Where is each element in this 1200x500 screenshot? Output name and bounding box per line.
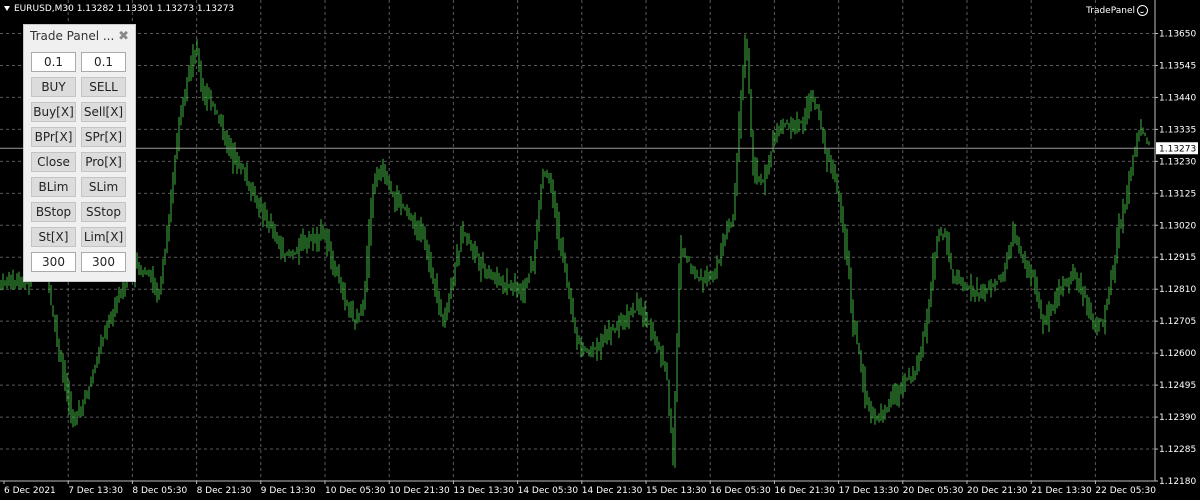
sell-distance-input[interactable]: 300 xyxy=(81,252,126,272)
price-axis-label: 1.13230 xyxy=(1159,157,1196,167)
price-axis-label: 1.12705 xyxy=(1159,317,1196,327)
price-axis-label: 1.12180 xyxy=(1159,477,1196,487)
time-axis-label: 8 Dec 21:30 xyxy=(197,486,252,496)
time-axis-label: 10 Dec 21:30 xyxy=(389,486,450,496)
time-axis-label: 14 Dec 21:30 xyxy=(582,486,643,496)
chart-window[interactable]: 1.13650 1.13545 1.13440 1.13335 1.13230 1.131… xyxy=(0,0,1200,500)
price-axis-label: 1.13125 xyxy=(1159,189,1196,199)
buy-distance-input[interactable]: 300 xyxy=(31,252,76,272)
panel-title-bar[interactable]: Trade Panel ... ✖ xyxy=(24,25,135,47)
time-axis-label: 15 Dec 13:30 xyxy=(646,486,707,496)
time-axis-label: 14 Dec 05:30 xyxy=(518,486,579,496)
price-chart[interactable]: 1.13650 1.13545 1.13440 1.13335 1.13230 1.131… xyxy=(0,0,1200,500)
expert-label: TradePanel xyxy=(1086,5,1135,16)
close-icon[interactable]: ✖ xyxy=(118,29,129,44)
panel-controls: 0.1 0.1 BUY SELL Buy[X] Sell[X] BPr[X] SPr[X] Cl… xyxy=(31,52,126,272)
time-axis-label: 22 Dec 05:30 xyxy=(1095,486,1156,496)
price-axis-label: 1.12495 xyxy=(1159,381,1196,391)
price-axis-label: 1.13440 xyxy=(1159,93,1196,103)
time-axis-label: 16 Dec 05:30 xyxy=(710,486,771,496)
price-axis-label: 1.13020 xyxy=(1159,221,1196,231)
close-buy-profit-button[interactable]: BPr[X] xyxy=(31,127,76,147)
panel-title: Trade Panel ... xyxy=(30,29,115,43)
close-profit-button[interactable]: Pro[X] xyxy=(81,152,126,172)
close-sell-profit-button[interactable]: SPr[X] xyxy=(81,127,126,147)
buy-limit-button[interactable]: BLim xyxy=(31,177,76,197)
price-axis-label: 1.12390 xyxy=(1159,413,1196,423)
sell-stop-button[interactable]: SStop xyxy=(81,202,126,222)
time-axis-label: 21 Dec 13:30 xyxy=(1031,486,1092,496)
time-axis-label: 13 Dec 13:30 xyxy=(453,486,514,496)
smiley-icon xyxy=(1137,5,1148,16)
price-axis-label: 1.12600 xyxy=(1159,349,1196,359)
time-axis-label: 20 Dec 05:30 xyxy=(903,486,964,496)
sell-lot-input[interactable]: 0.1 xyxy=(81,52,126,72)
sell-limit-button[interactable]: SLim xyxy=(81,177,126,197)
collapse-triangle-icon[interactable] xyxy=(4,6,10,11)
symbol-line: EURUSD,M30 1.13282 1.13301 1.13273 1.132… xyxy=(14,4,235,14)
delete-stops-button[interactable]: St[X] xyxy=(31,227,76,247)
close-all-button[interactable]: Close xyxy=(31,152,76,172)
price-axis-label: 1.13545 xyxy=(1159,61,1196,71)
time-axis-label: 8 Dec 05:30 xyxy=(132,486,187,496)
price-axis-label: 1.12810 xyxy=(1159,285,1196,295)
price-axis-label: 1.12285 xyxy=(1159,445,1196,455)
time-axis-label: 17 Dec 13:30 xyxy=(839,486,900,496)
price-axis-label: 1.12915 xyxy=(1159,253,1196,263)
time-axis-label: 10 Dec 05:30 xyxy=(325,486,386,496)
close-sell-button[interactable]: Sell[X] xyxy=(81,102,126,122)
trade-panel: Trade Panel ... ✖ 0.1 0.1 BUY SELL Buy[X] Sel… xyxy=(23,24,136,282)
buy-lot-input[interactable]: 0.1 xyxy=(31,52,76,72)
price-axis-label: 1.13335 xyxy=(1159,125,1196,135)
buy-stop-button[interactable]: BStop xyxy=(31,202,76,222)
close-buy-button[interactable]: Buy[X] xyxy=(31,102,76,122)
sell-button[interactable]: SELL xyxy=(81,77,126,97)
delete-limits-button[interactable]: Lim[X] xyxy=(81,227,126,247)
price-axis-label: 1.13650 xyxy=(1159,29,1196,39)
expert-indicator[interactable]: TradePanel xyxy=(1086,5,1148,16)
time-axis-label: 9 Dec 13:30 xyxy=(261,486,316,496)
symbol-header: EURUSD,M30 1.13282 1.13301 1.13273 1.132… xyxy=(4,4,234,14)
time-axis-label: 20 Dec 21:30 xyxy=(967,486,1028,496)
current-price-label: 1.13273 xyxy=(1159,144,1196,154)
time-axis-label: 6 Dec 2021 xyxy=(4,486,56,496)
time-axis-label: 7 Dec 13:30 xyxy=(68,486,123,496)
time-axis-label: 16 Dec 21:30 xyxy=(774,486,835,496)
buy-button[interactable]: BUY xyxy=(31,77,76,97)
